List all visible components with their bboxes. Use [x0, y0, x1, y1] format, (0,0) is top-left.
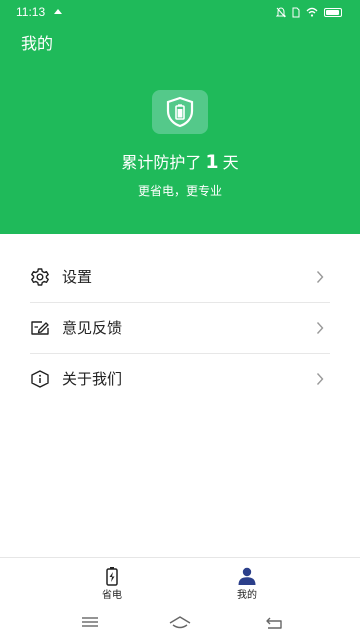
battery-icon [106, 567, 118, 586]
battery-status-icon [324, 7, 342, 17]
menu-item-about[interactable]: 关于我们 [30, 354, 330, 404]
tab-mine[interactable]: 我的 [202, 558, 292, 608]
status-icons [276, 5, 342, 19]
status-bar: 11:13 [0, 0, 360, 24]
notification-icon [54, 9, 62, 14]
days-suffix: 天 [222, 153, 239, 172]
person-icon [238, 567, 256, 585]
menu-item-label: 意见反馈 [62, 319, 123, 337]
header-subtitle: 更省电，更专业 [137, 184, 222, 198]
menu-item-settings[interactable]: 设置 [30, 252, 330, 303]
gear-icon [31, 268, 49, 286]
page-title: 我的 [21, 34, 54, 53]
shield-battery-icon [166, 96, 194, 128]
tab-label: 省电 [102, 590, 122, 601]
mute-icon [276, 6, 286, 17]
shield-badge [152, 90, 208, 134]
menu-item-feedback[interactable]: 意见反馈 [30, 303, 330, 354]
sim-icon [292, 7, 300, 17]
home-icon[interactable] [169, 615, 191, 631]
chevron-right-icon [316, 271, 324, 283]
bottom-tab-bar: 省电 我的 [0, 557, 360, 608]
protection-days: 累计防护了 1 天 [0, 151, 360, 174]
tab-power-saving[interactable]: 省电 [67, 558, 157, 608]
system-nav-bar [0, 607, 360, 640]
menu-icon[interactable] [81, 615, 99, 629]
chevron-right-icon [316, 322, 324, 334]
menu-item-label: 设置 [62, 268, 93, 286]
back-icon[interactable] [265, 615, 283, 631]
profile-header: 我的 累计防护了 1 天 更省电，更专业 [0, 24, 360, 234]
chevron-right-icon [316, 373, 324, 385]
menu-item-label: 关于我们 [62, 370, 123, 388]
days-count: 1 [205, 151, 219, 173]
info-icon [31, 370, 49, 388]
status-time: 11:13 [16, 5, 46, 19]
settings-menu: 设置 意见反馈 关于我们 [30, 252, 330, 404]
feedback-icon [31, 321, 49, 335]
wifi-icon [306, 7, 318, 17]
days-prefix: 累计防护了 [121, 153, 202, 172]
tab-label: 我的 [237, 590, 257, 601]
